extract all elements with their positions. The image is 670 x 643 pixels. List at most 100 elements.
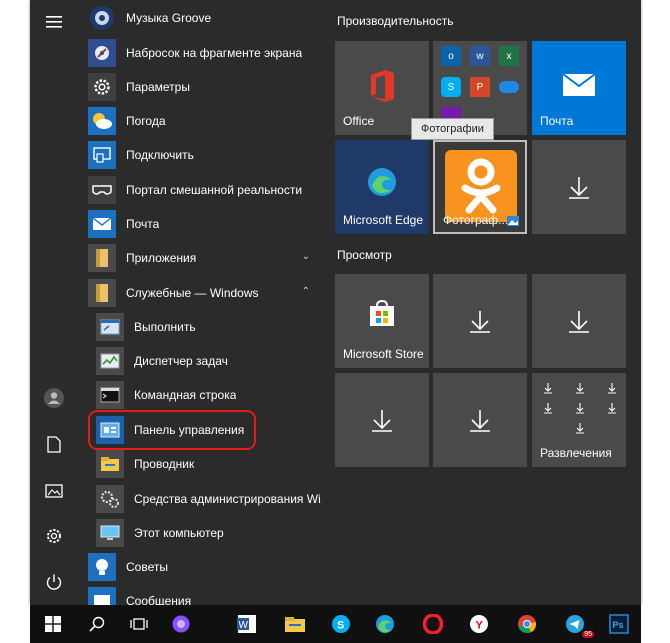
task-manager-icon: [96, 347, 124, 375]
pictures-icon[interactable]: [30, 471, 78, 511]
folder-apps[interactable]: Приложения ⌄: [86, 241, 322, 275]
explorer-icon: [96, 450, 124, 478]
app-label: Параметры: [126, 80, 190, 94]
app-mail[interactable]: Почта: [86, 207, 322, 241]
app-label: Диспетчер задач: [134, 354, 228, 368]
app-mixed-reality[interactable]: Портал смешанной реальности: [86, 173, 322, 207]
chrome-icon[interactable]: [512, 609, 542, 639]
app-weather[interactable]: Погода: [86, 104, 322, 138]
app-label: Средства администрирования Wi...: [134, 492, 322, 506]
tile-microsoft-store[interactable]: Microsoft Store: [335, 274, 429, 368]
app-connect[interactable]: Подключить: [86, 138, 322, 172]
yandex-icon[interactable]: Y: [464, 609, 494, 639]
cortana-icon[interactable]: [166, 609, 196, 639]
highlight-frame: [88, 410, 256, 450]
tile-group-title: Производительность: [337, 14, 454, 28]
weather-icon: [88, 107, 116, 135]
app-label: Приложения: [126, 251, 197, 265]
app-label: Выполнить: [134, 320, 196, 334]
skype-icon[interactable]: S: [326, 609, 356, 639]
photoshop-icon[interactable]: Ps: [604, 609, 634, 639]
tile-microsoft-edge[interactable]: Microsoft Edge: [335, 140, 429, 234]
folder-windows-accessories[interactable]: Служебные — Windows ⌃: [86, 276, 322, 310]
chevron-down-icon[interactable]: ⌄: [302, 251, 310, 262]
telegram-icon[interactable]: 95: [560, 609, 594, 639]
chevron-up-icon[interactable]: ⌃: [302, 286, 310, 297]
app-run[interactable]: Выполнить: [86, 310, 322, 344]
odnoklassniki-icon: [445, 150, 517, 222]
app-admin-tools[interactable]: Средства администрирования Wi...: [86, 482, 322, 516]
app-groove-music[interactable]: Музыка Groove: [86, 1, 322, 35]
word-icon: w: [470, 46, 490, 66]
mixed-reality-icon: [88, 176, 116, 204]
tile-area: Производительность Office o w x S P Почт…: [335, 0, 641, 605]
tile-entertainment-folder[interactable]: Развлечения: [532, 373, 626, 467]
app-label: Советы: [126, 560, 168, 574]
tile-label: Почта: [540, 114, 574, 128]
app-task-manager[interactable]: Диспетчер задач: [86, 344, 322, 378]
app-label: Музыка Groove: [126, 11, 212, 25]
notification-badge: 95: [582, 631, 594, 638]
snip-sketch-icon: [88, 39, 116, 67]
outlook-icon: o: [441, 46, 461, 66]
start-menu: Музыка Groove Набросок на фрагменте экра…: [30, 0, 641, 605]
edge-icon[interactable]: [370, 609, 400, 639]
task-view-icon[interactable]: [124, 609, 154, 639]
app-label: Служебные — Windows: [126, 286, 259, 300]
folder-icon: [88, 244, 116, 272]
tips-icon: [88, 553, 116, 581]
office-icon: [371, 70, 394, 102]
svg-text:S: S: [337, 620, 344, 632]
tile-group-title: Просмотр: [337, 248, 392, 262]
settings-icon[interactable]: [30, 516, 78, 556]
app-this-pc[interactable]: Этот компьютер: [86, 516, 322, 550]
app-messages[interactable]: Сообщения: [86, 584, 322, 605]
svg-text:Ps: Ps: [613, 620, 624, 630]
taskbar: W S Y 95 Ps: [30, 605, 641, 643]
explorer-icon[interactable]: [280, 609, 310, 639]
tile-download-placeholder[interactable]: [433, 274, 527, 368]
svg-text:W: W: [239, 620, 249, 631]
app-label: Командная строка: [134, 388, 237, 402]
power-icon[interactable]: [30, 562, 78, 602]
tile-download-placeholder[interactable]: [532, 274, 626, 368]
app-settings[interactable]: Параметры: [86, 70, 322, 104]
folder-icon: [88, 279, 116, 307]
download-icon: [433, 274, 527, 368]
admin-tools-icon: [96, 485, 124, 513]
tooltip: Фотографии: [411, 118, 494, 140]
settings-icon: [88, 73, 116, 101]
windows-start-icon[interactable]: [38, 609, 68, 639]
download-icon: [335, 373, 429, 467]
tile-download-placeholder[interactable]: [433, 373, 527, 467]
user-icon[interactable]: [30, 378, 78, 418]
tile-mail[interactable]: Почта: [532, 41, 626, 135]
download-icons-grid: [544, 383, 616, 434]
onedrive-icon: [499, 81, 519, 93]
app-label: Портал смешанной реальности: [126, 183, 303, 197]
this-pc-icon: [96, 519, 124, 547]
groove-music-icon: [88, 4, 116, 32]
app-tips[interactable]: Советы: [86, 550, 322, 584]
word-icon[interactable]: W: [232, 609, 262, 639]
tile-download-placeholder[interactable]: [335, 373, 429, 467]
app-command-prompt[interactable]: Командная строка: [86, 378, 322, 412]
download-icon: [532, 274, 626, 368]
app-label: Набросок на фрагменте экрана: [126, 46, 303, 60]
mail-icon: [562, 73, 596, 96]
document-icon[interactable]: [30, 424, 78, 464]
hamburger-icon[interactable]: [30, 2, 78, 42]
search-icon[interactable]: [82, 609, 112, 639]
store-icon: [370, 299, 394, 326]
tile-label: Фотограф...: [443, 213, 509, 227]
messages-icon: [88, 587, 116, 605]
tile-label: Microsoft Edge: [343, 213, 424, 227]
app-label: Сообщения: [126, 594, 192, 605]
opera-icon[interactable]: [418, 609, 448, 639]
app-label: Подключить: [126, 148, 194, 162]
app-snip-sketch[interactable]: Набросок на фрагменте экрана: [86, 36, 322, 70]
app-explorer[interactable]: Проводник: [86, 447, 322, 481]
tile-photos[interactable]: Фотограф...: [433, 140, 527, 234]
tile-download-placeholder[interactable]: [532, 140, 626, 234]
mail-icon: [88, 210, 116, 238]
